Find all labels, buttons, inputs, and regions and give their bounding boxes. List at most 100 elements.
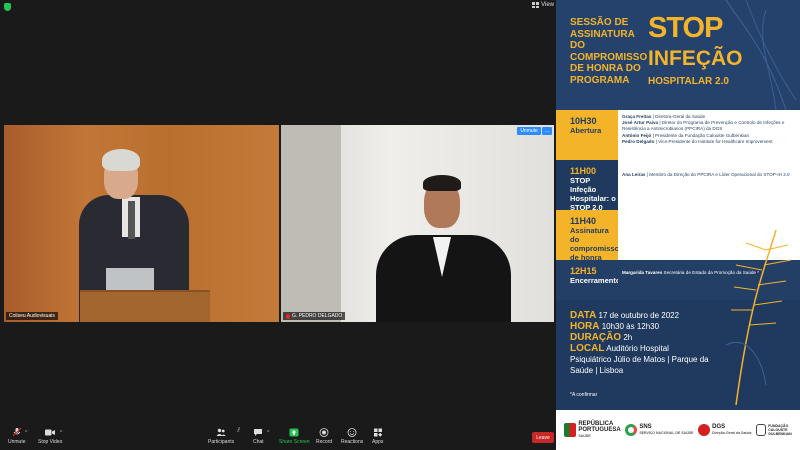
leave-button[interactable]: Leave — [532, 432, 554, 443]
top-bar: View — [0, 0, 556, 14]
participant-name-label: G. PEDRO DELGADO — [283, 312, 346, 320]
info-location: LOCAL Auditório Hospital Psiquiátrico Jú… — [570, 343, 710, 376]
view-button[interactable]: View — [532, 2, 554, 8]
sns-sub: SERVIÇO NACIONAL DE SAÚDE — [639, 431, 694, 435]
audio-options-caret-icon[interactable]: ^ — [25, 430, 27, 436]
portugal-flag-icon — [564, 423, 577, 437]
agenda-speakers: Graça Freitas | Diretora-Geral da Saúde … — [618, 110, 800, 160]
agenda-time-block: 10H30 Abertura — [556, 110, 618, 160]
speaker-role: Diretora-Geral da Saúde — [655, 114, 706, 119]
infeccao-title: INFEÇÃO — [648, 47, 743, 70]
tile-unmute-button[interactable]: Unmute — [517, 127, 541, 135]
agenda-row-abertura: 10H30 Abertura Graça Freitas | Diretora-… — [556, 110, 800, 160]
unmute-button[interactable]: Unmute — [8, 428, 26, 445]
dgs-sub: Direção-Geral da Saúde — [712, 431, 752, 435]
chat-icon — [254, 429, 263, 436]
stop-title: STOP — [648, 12, 723, 44]
speaker-name: Graça Freitas — [622, 114, 652, 119]
info-date: DATA 17 de outubro de 2022 — [570, 310, 710, 321]
sns-text: SNS SERVIÇO NACIONAL DE SAÚDE — [639, 424, 693, 436]
laptop — [106, 268, 154, 292]
agenda-time: 11H00 — [570, 166, 597, 176]
speaker-line: Pedro Delgado | Vice-Presidente do Insti… — [622, 138, 773, 144]
duration-value: 2h — [623, 333, 633, 342]
record-icon — [319, 428, 329, 437]
confirm-note: *A confirmar — [570, 392, 598, 398]
video-tile-2[interactable]: G. PEDRO DELGADO Unmute ... — [281, 125, 554, 322]
agenda-time-block: 11H00 STOP Infeção Hospitalar: o STOP 2.… — [556, 160, 618, 212]
mic-muted-icon — [12, 428, 22, 437]
speaker-tie — [128, 201, 135, 239]
share-screen-label: Share Screen — [279, 439, 310, 445]
speaker-name: António Feijó — [622, 132, 652, 138]
event-info: DATA 17 de outubro de 2022 HORA 10h30 às… — [570, 310, 710, 376]
gulbenkian-emblem-icon — [756, 424, 767, 436]
participants-caret-icon[interactable]: ^ — [237, 430, 239, 436]
participant-name: G. PEDRO DELGADO — [292, 313, 343, 319]
podium — [80, 290, 210, 322]
chat-caret-icon[interactable]: ^ — [267, 430, 269, 436]
agenda-time: 11H40 — [570, 216, 597, 226]
meeting-toolbar: Unmute ^ Stop Video ^ 2 Participants ^ C… — [0, 424, 556, 450]
info-time: HORA 10h30 às 12h30 — [570, 321, 710, 332]
reactions-label: Reactions — [341, 439, 364, 445]
video-options-caret-icon[interactable]: ^ — [60, 430, 62, 436]
participants-button[interactable]: 2 Participants — [208, 426, 240, 445]
tile-more-button[interactable]: ... — [541, 127, 552, 135]
grid-icon — [532, 2, 540, 8]
session-title: Sessão de Assinatura do Compromisso de H… — [570, 17, 648, 86]
republica-text: REPÚBLICA PORTUGUESA SAÚDE — [578, 421, 620, 439]
info-duration: DURAÇÃO 2h — [570, 332, 710, 343]
agenda-speakers: Ana Leiras | Membro da Direção do PPCIRA… — [618, 160, 800, 210]
speaker-role: Membro da Direção do PPCIRA e Líder Oper… — [649, 172, 790, 177]
republica-sub: SAÚDE — [578, 434, 591, 438]
duration-label: DURAÇÃO — [570, 332, 622, 343]
speaker-name: José Artur Paiva — [622, 120, 659, 126]
video-camera-icon — [45, 429, 56, 436]
gulbenkian-logo: FUNDAÇÃO CALOUSTE GULBENKIAN — [756, 424, 792, 436]
speaker-name: Pedro Delgado — [622, 138, 655, 144]
reactions-button[interactable]: Reactions — [341, 428, 363, 445]
stop-video-button[interactable]: Stop Video — [38, 428, 62, 445]
plant-illustration-bottom — [725, 229, 792, 406]
participant-hair — [423, 175, 461, 191]
agenda-time-block: 12H15 Encerramento — [556, 260, 621, 300]
chat-label: Chat — [253, 439, 264, 445]
speaker-role: Presidente da Fundação Calouste Gulbenki… — [655, 132, 750, 138]
republica-logo: REPÚBLICA PORTUGUESA SAÚDE — [564, 421, 621, 439]
agenda-activity: Encerramento — [570, 276, 621, 285]
security-shield-icon[interactable] — [4, 3, 11, 11]
speaker-line: José Artur Paiva | Diretor do Programa d… — [622, 120, 785, 132]
wall-shadow — [281, 125, 341, 322]
agenda-time: 10H30 — [570, 116, 597, 126]
tile-unmute-controls: Unmute ... — [517, 127, 552, 135]
speaker-line: Ana Leiras | Membro da Direção do PPCIRA… — [622, 172, 790, 177]
video-tile-1[interactable]: Coliseu Audiovisuais — [4, 125, 279, 322]
agenda-activity: STOP Infeção Hospitalar: o STOP 2.0 — [570, 176, 616, 212]
dgs-circle-icon — [698, 424, 711, 436]
chat-button[interactable]: Chat — [253, 428, 264, 445]
speaker-name: Ana Leiras — [622, 172, 646, 177]
speaker-name: Margarida Tavares — [622, 270, 663, 275]
participants-label: Participants — [208, 439, 235, 445]
time-value: 10h30 às 12h30 — [601, 322, 660, 331]
participant-name: Coliseu Audiovisuais — [9, 313, 55, 319]
record-button[interactable]: Record — [316, 428, 332, 445]
zoom-window: View Coliseu Audiovisuais G. PEDRO DELGA… — [0, 0, 800, 450]
apps-button[interactable]: Apps — [372, 428, 383, 445]
speaker-role: Vice-Presidente do Institute for Healthc… — [658, 138, 773, 144]
agenda-row-stop20: 11H00 STOP Infeção Hospitalar: o STOP 2.… — [556, 160, 800, 212]
share-screen-button[interactable]: Share Screen — [279, 428, 310, 445]
agenda-activity: Assinatura do compromisso de honra — [570, 226, 620, 262]
hospitalar-title: HOSPITALAR 2.0 — [648, 76, 729, 87]
apps-label: Apps — [372, 439, 384, 445]
speaker-hair — [102, 149, 140, 171]
date-label: DATA — [570, 310, 597, 321]
location-label: LOCAL — [570, 343, 605, 354]
sns-logo: SNS SERVIÇO NACIONAL DE SAÚDE — [625, 424, 693, 436]
stop-video-label: Stop Video — [38, 439, 63, 445]
agenda-time-block: 11H40 Assinatura do compromisso de honra — [556, 210, 620, 262]
fcg-line-3: GULBENKIAN — [768, 432, 792, 436]
record-label: Record — [316, 439, 333, 445]
sponsor-logos: REPÚBLICA PORTUGUESA SAÚDE SNS SERVIÇO NACI… — [556, 410, 800, 450]
